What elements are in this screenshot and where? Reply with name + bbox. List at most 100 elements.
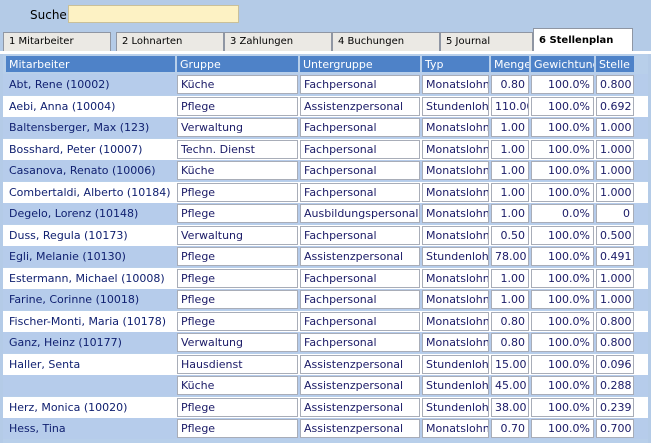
- cell-typ[interactable]: Monatslohn: [422, 75, 489, 94]
- cell-gewichtung[interactable]: 100.0%: [531, 290, 594, 309]
- cell-stelle[interactable]: 0: [596, 204, 634, 223]
- cell-mitarbeiter[interactable]: Farine, Corinne (10018): [6, 290, 174, 309]
- column-header-gewichtung[interactable]: Gewichtung: [531, 56, 594, 72]
- cell-menge[interactable]: 110.00: [491, 96, 529, 116]
- cell-gewichtung[interactable]: 100.0%: [531, 333, 594, 352]
- table-row[interactable]: Casanova, Renato (10006) Küche Fachpersona…: [3, 160, 648, 181]
- cell-mitarbeiter[interactable]: Haller, Senta: [6, 355, 174, 374]
- table-row[interactable]: Küche Assistenzpersonal Stundenlohn 45.00 10…: [3, 375, 648, 396]
- cell-untergruppe[interactable]: Fachpersonal: [300, 290, 420, 309]
- table-row[interactable]: Egli, Melanie (10130) Pflege Assistenzpers…: [3, 246, 648, 267]
- cell-typ[interactable]: Monatslohn: [422, 139, 489, 159]
- cell-mitarbeiter[interactable]: Egli, Melanie (10130): [6, 247, 174, 266]
- cell-mitarbeiter[interactable]: Duss, Regula (10173): [6, 226, 174, 245]
- cell-untergruppe[interactable]: Fachpersonal: [300, 139, 420, 159]
- cell-menge[interactable]: 1.00: [491, 204, 529, 223]
- cell-typ[interactable]: Stundenlohn: [422, 247, 489, 266]
- cell-typ[interactable]: Monatslohn: [422, 204, 489, 223]
- cell-mitarbeiter[interactable]: Estermann, Michael (10008): [6, 269, 174, 288]
- cell-menge[interactable]: 45.00: [491, 376, 529, 395]
- cell-typ[interactable]: Monatslohn: [422, 290, 489, 309]
- cell-mitarbeiter[interactable]: Hess, Tina: [6, 419, 174, 438]
- table-row[interactable]: Fischer-Monti, Maria (10178) Pflege Fachpe…: [3, 310, 648, 332]
- cell-mitarbeiter[interactable]: Fischer-Monti, Maria (10178): [6, 312, 174, 331]
- tab-lohnarten[interactable]: 2 Lohnarten: [116, 32, 224, 51]
- table-row[interactable]: Abt, Rene (10002) Küche Fachpersonal Monats…: [3, 74, 648, 95]
- cell-stelle[interactable]: 0.700: [596, 419, 634, 438]
- cell-gruppe[interactable]: Pflege: [177, 268, 298, 288]
- column-header-mitarbeiter[interactable]: Mitarbeiter: [6, 56, 175, 72]
- table-row[interactable]: Degelo, Lorenz (10148) Pflege Ausbildungsp…: [3, 203, 648, 224]
- cell-untergruppe[interactable]: Fachpersonal: [300, 225, 420, 245]
- cell-gruppe[interactable]: Küche: [177, 75, 298, 94]
- cell-menge[interactable]: 78.00: [491, 247, 529, 266]
- cell-gruppe[interactable]: Pflege: [177, 96, 298, 116]
- cell-mitarbeiter[interactable]: [6, 376, 174, 395]
- cell-gewichtung[interactable]: 100.0%: [531, 182, 594, 202]
- cell-stelle[interactable]: 1.000: [596, 182, 634, 202]
- cell-stelle[interactable]: 1.000: [596, 268, 634, 288]
- cell-gruppe[interactable]: Verwaltung: [177, 225, 298, 245]
- cell-menge[interactable]: 1.00: [491, 118, 529, 137]
- cell-gewichtung[interactable]: 100.0%: [531, 75, 594, 94]
- cell-gewichtung[interactable]: 100.0%: [531, 139, 594, 159]
- cell-stelle[interactable]: 0.239: [596, 397, 634, 417]
- cell-gewichtung[interactable]: 100.0%: [531, 397, 594, 417]
- cell-menge[interactable]: 0.50: [491, 225, 529, 245]
- table-row[interactable]: Combertaldi, Alberto (10184) Pflege Fachpe…: [3, 181, 648, 203]
- cell-typ[interactable]: Monatslohn: [422, 182, 489, 202]
- cell-gewichtung[interactable]: 100.0%: [531, 419, 594, 438]
- cell-untergruppe[interactable]: Fachpersonal: [300, 75, 420, 94]
- tab-journal[interactable]: 5 Journal: [440, 32, 533, 51]
- cell-gruppe[interactable]: Techn. Dienst: [177, 139, 298, 159]
- cell-gruppe[interactable]: Verwaltung: [177, 333, 298, 352]
- cell-untergruppe[interactable]: Assistenzpersonal: [300, 376, 420, 395]
- cell-gruppe[interactable]: Verwaltung: [177, 118, 298, 137]
- cell-typ[interactable]: Stundenlohn: [422, 354, 489, 374]
- cell-untergruppe[interactable]: Fachpersonal: [300, 311, 420, 331]
- tab-zahlungen[interactable]: 3 Zahlungen: [224, 32, 332, 51]
- table-row[interactable]: Haller, Senta Hausdienst Assistenzpersonal…: [3, 353, 648, 375]
- cell-gewichtung[interactable]: 0.0%: [531, 204, 594, 223]
- cell-menge[interactable]: 0.80: [491, 333, 529, 352]
- cell-gruppe[interactable]: Pflege: [177, 311, 298, 331]
- tab-mitarbeiter[interactable]: 1 Mitarbeiter: [3, 32, 111, 51]
- cell-typ[interactable]: Monatslohn: [422, 333, 489, 352]
- search-input[interactable]: [68, 5, 239, 23]
- cell-untergruppe[interactable]: Assistenzpersonal: [300, 419, 420, 438]
- cell-stelle[interactable]: 1.000: [596, 118, 634, 137]
- cell-gruppe[interactable]: Hausdienst: [177, 354, 298, 374]
- cell-stelle[interactable]: 1.000: [596, 290, 634, 309]
- cell-typ[interactable]: Stundenlohn: [422, 96, 489, 116]
- cell-mitarbeiter[interactable]: Baltensberger, Max (123): [6, 118, 174, 137]
- cell-gruppe[interactable]: Pflege: [177, 419, 298, 438]
- cell-untergruppe[interactable]: Fachpersonal: [300, 333, 420, 352]
- cell-untergruppe[interactable]: Fachpersonal: [300, 161, 420, 180]
- column-header-untergruppe[interactable]: Untergruppe: [300, 56, 420, 72]
- table-row[interactable]: Herz, Monica (10020) Pflege Assistenzperso…: [3, 396, 648, 418]
- cell-gruppe[interactable]: Pflege: [177, 204, 298, 223]
- cell-gruppe[interactable]: Küche: [177, 376, 298, 395]
- cell-stelle[interactable]: 1.000: [596, 139, 634, 159]
- table-row[interactable]: Baltensberger, Max (123) Verwaltung Fachpe…: [3, 117, 648, 138]
- cell-stelle[interactable]: 0.800: [596, 333, 634, 352]
- cell-typ[interactable]: Stundenlohn: [422, 376, 489, 395]
- table-row[interactable]: Ganz, Heinz (10177) Verwaltung Fachpersona…: [3, 332, 648, 353]
- cell-gruppe[interactable]: Pflege: [177, 397, 298, 417]
- cell-menge[interactable]: 1.00: [491, 161, 529, 180]
- cell-untergruppe[interactable]: Fachpersonal: [300, 118, 420, 137]
- cell-menge[interactable]: 1.00: [491, 139, 529, 159]
- cell-mitarbeiter[interactable]: Casanova, Renato (10006): [6, 161, 174, 180]
- cell-gruppe[interactable]: Küche: [177, 161, 298, 180]
- cell-untergruppe[interactable]: Fachpersonal: [300, 268, 420, 288]
- cell-mitarbeiter[interactable]: Abt, Rene (10002): [6, 75, 174, 94]
- cell-gruppe[interactable]: Pflege: [177, 290, 298, 309]
- cell-gewichtung[interactable]: 100.0%: [531, 354, 594, 374]
- cell-typ[interactable]: Monatslohn: [422, 268, 489, 288]
- table-row[interactable]: Hess, Tina Pflege Assistenzpersonal Monatsl…: [3, 418, 648, 439]
- cell-untergruppe[interactable]: Assistenzpersonal: [300, 397, 420, 417]
- table-row[interactable]: Duss, Regula (10173) Verwaltung Fachperson…: [3, 224, 648, 246]
- table-row[interactable]: Bosshard, Peter (10007) Techn. Dienst Fach…: [3, 138, 648, 160]
- tab-stellenplan[interactable]: 6 Stellenplan: [533, 28, 633, 51]
- cell-stelle[interactable]: 0.692: [596, 96, 634, 116]
